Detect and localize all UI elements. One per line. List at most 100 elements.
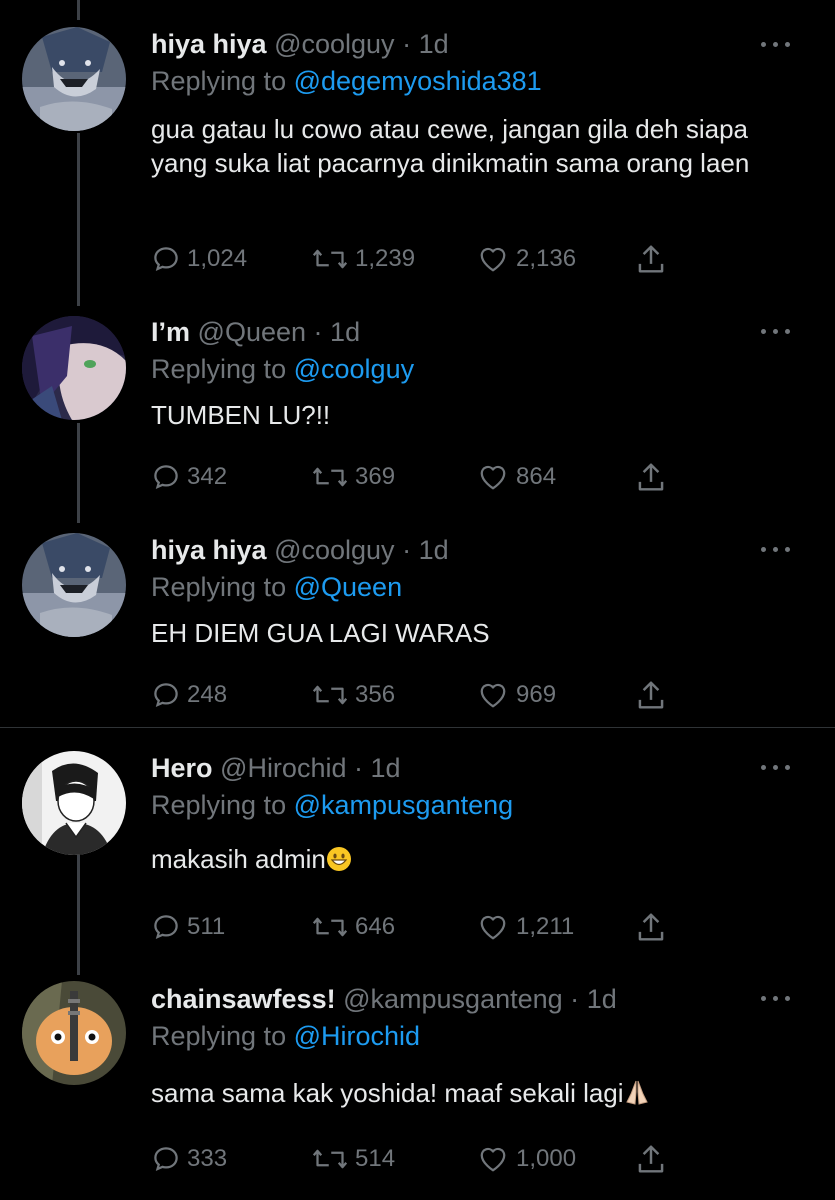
- heart-icon: [480, 247, 506, 272]
- anime-shark-avatar-icon: [22, 533, 126, 637]
- replying-to-label: Replying to: [151, 354, 287, 384]
- share-icon: [638, 913, 664, 941]
- reply-button[interactable]: 511: [151, 910, 225, 944]
- thread-line-3: [77, 855, 80, 975]
- timestamp[interactable]: 1d: [371, 753, 401, 783]
- reply-button[interactable]: 1,024: [151, 242, 247, 276]
- reply-icon: [154, 1147, 178, 1171]
- user-handle[interactable]: @Hirochid: [220, 753, 346, 783]
- more-options-icon[interactable]: [761, 547, 791, 555]
- like-button[interactable]: 1,000: [476, 1142, 576, 1176]
- reply-count: 342: [187, 463, 228, 490]
- action-bar: 333 514 1,000: [151, 1142, 691, 1176]
- share-button[interactable]: [636, 1142, 672, 1176]
- mention-link[interactable]: @kampusganteng: [294, 790, 514, 820]
- retweet-button[interactable]: 356: [311, 678, 395, 712]
- like-count: 864: [516, 463, 557, 490]
- avatar[interactable]: [22, 751, 126, 855]
- tweet-header: chainsawfess! @kampusganteng · 1d: [151, 983, 617, 1015]
- like-button[interactable]: 2,136: [476, 242, 576, 276]
- retweet-icon: [312, 917, 348, 937]
- like-button[interactable]: 1,211: [476, 910, 574, 944]
- retweet-button[interactable]: 1,239: [311, 242, 415, 276]
- retweet-count: 514: [355, 1145, 396, 1172]
- replying-to-label: Replying to: [151, 66, 287, 96]
- mention-link[interactable]: @Queen: [294, 572, 402, 602]
- reply-button[interactable]: 248: [151, 678, 227, 712]
- more-options-icon[interactable]: [761, 765, 791, 773]
- tweet-header: Hero @Hirochid · 1d: [151, 752, 401, 784]
- user-handle[interactable]: @coolguy: [274, 535, 394, 565]
- timestamp[interactable]: 1d: [330, 317, 360, 347]
- tweet-text: makasih admin: [151, 842, 791, 880]
- heart-icon: [480, 915, 506, 940]
- mention-link[interactable]: @degemyoshida381: [294, 66, 542, 96]
- separator-dot: ·: [402, 535, 412, 565]
- avatar[interactable]: [22, 316, 126, 420]
- tweet-header: hiya hiya @coolguy · 1d: [151, 534, 449, 566]
- more-options-icon[interactable]: [761, 42, 791, 50]
- anime-purple-hair-avatar-icon: [22, 316, 126, 420]
- separator-dot: ·: [570, 984, 580, 1014]
- avatar[interactable]: [22, 533, 126, 637]
- more-options-icon[interactable]: [761, 996, 791, 1004]
- display-name[interactable]: hiya hiya: [151, 29, 267, 59]
- share-button[interactable]: [636, 242, 672, 276]
- user-handle[interactable]: @kampusganteng: [343, 984, 563, 1014]
- reply-icon: [154, 915, 178, 939]
- pochita-avatar-icon: [22, 981, 126, 1085]
- timestamp[interactable]: 1d: [419, 535, 449, 565]
- retweet-icon: [312, 467, 348, 487]
- retweet-button[interactable]: 646: [311, 910, 395, 944]
- replying-to: Replying to @degemyoshida381: [151, 65, 542, 97]
- avatar[interactable]: [22, 27, 126, 131]
- timestamp[interactable]: 1d: [419, 29, 449, 59]
- action-bar: 511 646 1,211: [151, 910, 691, 944]
- share-button[interactable]: [636, 678, 672, 712]
- reply-button[interactable]: 342: [151, 460, 227, 494]
- action-bar: 1,024 1,239 2,136: [151, 242, 691, 276]
- separator-dot: ·: [313, 317, 323, 347]
- manga-boy-avatar-icon: [22, 751, 126, 855]
- replying-to: Replying to @Hirochid: [151, 1020, 420, 1052]
- action-bar: 248 356 969: [151, 678, 691, 712]
- tweet-text-content: sama sama kak yoshida! maaf sekali lagi: [151, 1078, 624, 1108]
- reply-count: 1,024: [187, 245, 248, 272]
- share-icon: [638, 681, 664, 709]
- share-icon: [638, 1145, 664, 1173]
- like-count: 1,000: [516, 1145, 577, 1172]
- reply-count: 511: [187, 913, 226, 940]
- avatar[interactable]: [22, 981, 126, 1085]
- like-button[interactable]: 969: [476, 678, 556, 712]
- retweet-button[interactable]: 514: [311, 1142, 395, 1176]
- replying-to: Replying to @Queen: [151, 571, 402, 603]
- timestamp[interactable]: 1d: [587, 984, 617, 1014]
- share-button[interactable]: [636, 460, 672, 494]
- heart-icon: [480, 1147, 506, 1172]
- reply-icon: [154, 465, 178, 489]
- display-name[interactable]: Hero: [151, 753, 213, 783]
- reply-button[interactable]: 333: [151, 1142, 227, 1176]
- retweet-count: 1,239: [355, 245, 416, 272]
- display-name[interactable]: I’m: [151, 317, 190, 347]
- thread-line-1: [77, 133, 80, 306]
- retweet-button[interactable]: 369: [311, 460, 395, 494]
- mention-link[interactable]: @Hirochid: [294, 1021, 420, 1051]
- tweet-header: I’m @Queen · 1d: [151, 316, 360, 348]
- share-button[interactable]: [636, 910, 672, 944]
- display-name[interactable]: chainsawfess!: [151, 984, 336, 1014]
- mention-link[interactable]: @coolguy: [294, 354, 414, 384]
- retweet-icon: [312, 249, 348, 269]
- separator-dot: ·: [402, 29, 412, 59]
- heart-icon: [480, 683, 506, 708]
- grinning-face-emoji-icon: [326, 846, 352, 880]
- like-count: 1,211: [516, 913, 575, 940]
- separator-dot: ·: [354, 753, 363, 783]
- user-handle[interactable]: @Queen: [198, 317, 306, 347]
- like-button[interactable]: 864: [476, 460, 556, 494]
- display-name[interactable]: hiya hiya: [151, 535, 267, 565]
- tweet-text: gua gatau lu cowo atau cewe, jangan gila…: [151, 114, 750, 178]
- user-handle[interactable]: @coolguy: [274, 29, 394, 59]
- anime-shark-avatar-icon: [22, 27, 126, 131]
- more-options-icon[interactable]: [761, 329, 791, 337]
